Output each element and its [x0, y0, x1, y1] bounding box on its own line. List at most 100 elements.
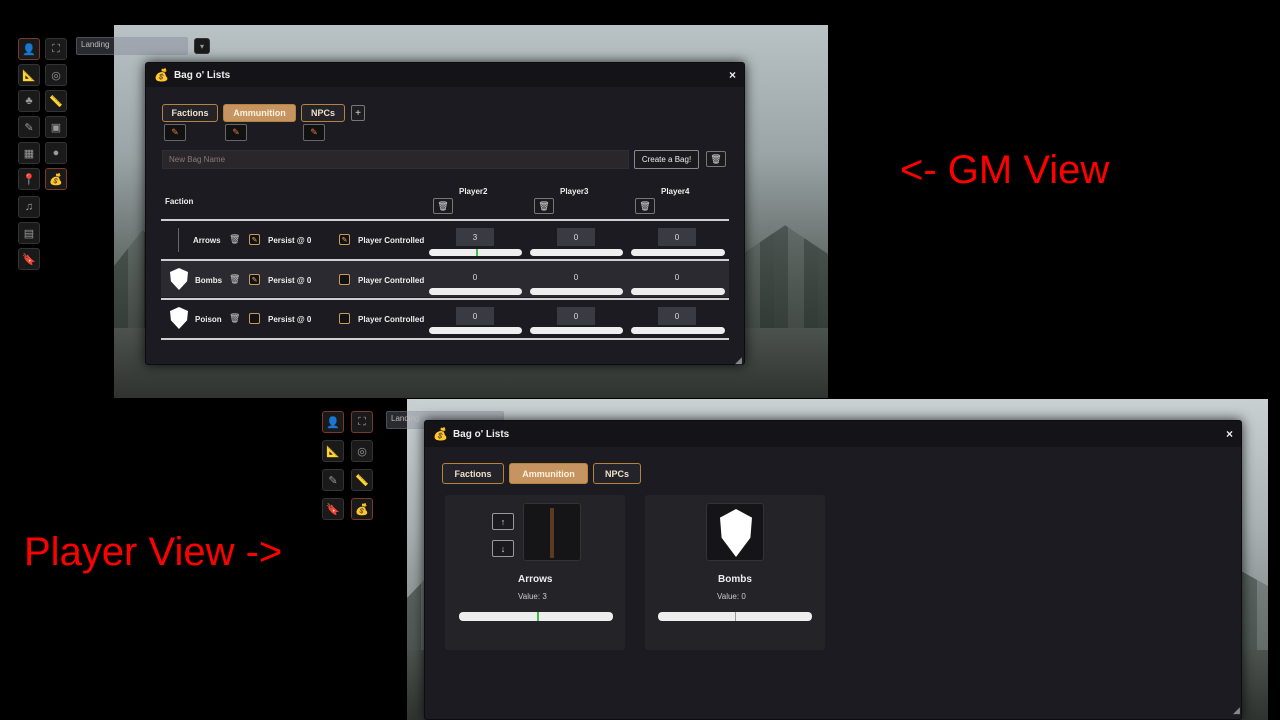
value-slider-player3[interactable]	[530, 288, 623, 295]
window-header[interactable]: 💰 Bag o' Lists ×	[425, 421, 1241, 447]
target-icon[interactable]: ◎	[351, 440, 373, 462]
measure-icon[interactable]: 📐	[322, 440, 344, 462]
tab-ammunition[interactable]: Ammunition	[223, 104, 296, 122]
notes-icon[interactable]: ▤	[18, 222, 40, 244]
clear-player3-trash-icon[interactable]: 🗑	[534, 198, 554, 214]
tab-npcs[interactable]: NPCs	[301, 104, 345, 122]
value-slider-player3[interactable]	[530, 249, 623, 256]
edit-tab-npcs-icon[interactable]: ✎	[303, 124, 325, 141]
draw-icon[interactable]: ✎	[18, 116, 40, 138]
measure-icon[interactable]: 📐	[18, 64, 40, 86]
row-divider	[161, 338, 729, 340]
bag-icon: 💰	[154, 68, 169, 82]
card-value: Value: 0	[717, 592, 746, 601]
table-header-player2: Player2	[459, 187, 488, 196]
value-slider-player2[interactable]	[429, 249, 522, 256]
value-input-player2[interactable]: 3	[456, 228, 494, 246]
new-bag-name-input[interactable]: New Bag Name	[162, 150, 629, 169]
music-icon[interactable]: ♫	[18, 196, 40, 218]
delete-row-trash-icon[interactable]: 🗑	[229, 313, 240, 324]
player-view-annotation: Player View ->	[24, 530, 283, 574]
value-input-player2[interactable]: 0	[456, 307, 494, 325]
value-input-player3[interactable]: 0	[557, 228, 595, 246]
value-slider-player4[interactable]	[631, 327, 725, 334]
scene-nav-label: Landing	[391, 414, 420, 423]
value-input-player3[interactable]: 0	[557, 307, 595, 325]
scene-nav-toggle-icon[interactable]: ▾	[194, 38, 210, 54]
edit-tab-ammunition-icon[interactable]: ✎	[225, 124, 247, 141]
scene-nav-item[interactable]: Landing	[76, 37, 188, 55]
clear-player2-trash-icon[interactable]: 🗑	[433, 198, 453, 214]
value-slider-player3[interactable]	[530, 327, 623, 334]
persist-checkbox[interactable]	[249, 313, 260, 324]
player-controlled-checkbox[interactable]: ✎	[339, 234, 350, 245]
table-header-faction: Faction	[165, 197, 194, 206]
create-bag-button[interactable]: Create a Bag!	[634, 150, 699, 169]
persist-label: Persist @ 0	[268, 276, 312, 285]
edit-tab-factions-icon[interactable]: ✎	[164, 124, 186, 141]
window-header[interactable]: 💰 Bag o' Lists ×	[146, 63, 744, 87]
close-icon[interactable]: ×	[1226, 427, 1233, 441]
row-name: Arrows	[193, 236, 221, 245]
add-tab-button[interactable]: +	[351, 105, 365, 121]
tab-npcs[interactable]: NPCs	[593, 463, 641, 484]
bag-icon: 💰	[433, 427, 448, 441]
value-input-player4[interactable]: 0	[658, 307, 696, 325]
delete-row-trash-icon[interactable]: 🗑	[229, 234, 240, 245]
player-controlled-checkbox[interactable]	[339, 274, 350, 285]
persist-label: Persist @ 0	[268, 315, 312, 324]
value-input-player4[interactable]: 0	[658, 228, 696, 246]
player-controlled-label: Player Controlled	[358, 276, 425, 285]
card-value-slider[interactable]	[658, 612, 812, 621]
window-title: Bag o' Lists	[173, 69, 231, 81]
close-icon[interactable]: ×	[729, 68, 736, 82]
player-controlled-label: Player Controlled	[358, 236, 425, 245]
arrows-icon	[550, 508, 554, 558]
value-slider-player2[interactable]	[429, 288, 522, 295]
arrows-image-tile	[523, 503, 581, 561]
draw-icon[interactable]: ✎	[322, 469, 344, 491]
light-icon[interactable]: ●	[45, 142, 67, 164]
token-controls-icon[interactable]: 👤	[322, 411, 344, 433]
card-value: Value: 3	[518, 592, 547, 601]
tab-ammunition[interactable]: Ammunition	[509, 463, 588, 484]
player-controlled-checkbox[interactable]	[339, 313, 350, 324]
window-title: Bag o' Lists	[452, 428, 510, 440]
clear-player4-trash-icon[interactable]: 🗑	[635, 198, 655, 214]
table-divider	[161, 219, 729, 221]
bombs-image-tile	[706, 503, 764, 561]
bookmark-icon[interactable]: 🔖	[18, 248, 40, 270]
ruler-icon[interactable]: 📏	[351, 469, 373, 491]
value-input-player3[interactable]: 0	[557, 268, 595, 286]
delete-tab-trash-icon[interactable]: 🗑	[706, 151, 726, 167]
value-slider-player2[interactable]	[429, 327, 522, 334]
pin-icon[interactable]: 📍	[18, 168, 40, 190]
value-input-player2[interactable]: 0	[456, 268, 494, 286]
value-slider-player4[interactable]	[631, 288, 725, 295]
ruler-icon[interactable]: 📏	[45, 90, 67, 112]
bookmark-icon[interactable]: 🔖	[322, 498, 344, 520]
tab-factions[interactable]: Factions	[162, 104, 218, 122]
grid-icon[interactable]: ▦	[18, 142, 40, 164]
value-slider-player4[interactable]	[631, 249, 725, 256]
tiles-icon[interactable]: ♣	[18, 90, 40, 112]
token-controls-icon[interactable]: 👤	[18, 38, 40, 60]
row-icon-placeholder	[178, 228, 179, 252]
persist-checkbox[interactable]: ✎	[249, 274, 260, 285]
tab-factions[interactable]: Factions	[442, 463, 504, 484]
fullscreen-icon[interactable]: ⛶	[351, 411, 373, 433]
value-input-player4[interactable]: 0	[658, 268, 696, 286]
persist-checkbox[interactable]: ✎	[249, 234, 260, 245]
shield-icon	[720, 509, 752, 557]
move-up-button[interactable]: ↑	[492, 513, 514, 530]
fullscreen-icon[interactable]: ⛶	[45, 38, 67, 60]
walls-icon[interactable]: ▣	[45, 116, 67, 138]
move-down-button[interactable]: ↓	[492, 540, 514, 557]
card-value-slider[interactable]	[459, 612, 613, 621]
bag-icon[interactable]: 💰	[45, 168, 67, 190]
target-icon[interactable]: ◎	[45, 64, 67, 86]
delete-row-trash-icon[interactable]: 🗑	[229, 274, 240, 285]
resize-handle-icon[interactable]: ◢	[735, 355, 742, 366]
bag-icon[interactable]: 💰	[351, 498, 373, 520]
resize-handle-icon[interactable]: ◢	[1233, 705, 1240, 716]
